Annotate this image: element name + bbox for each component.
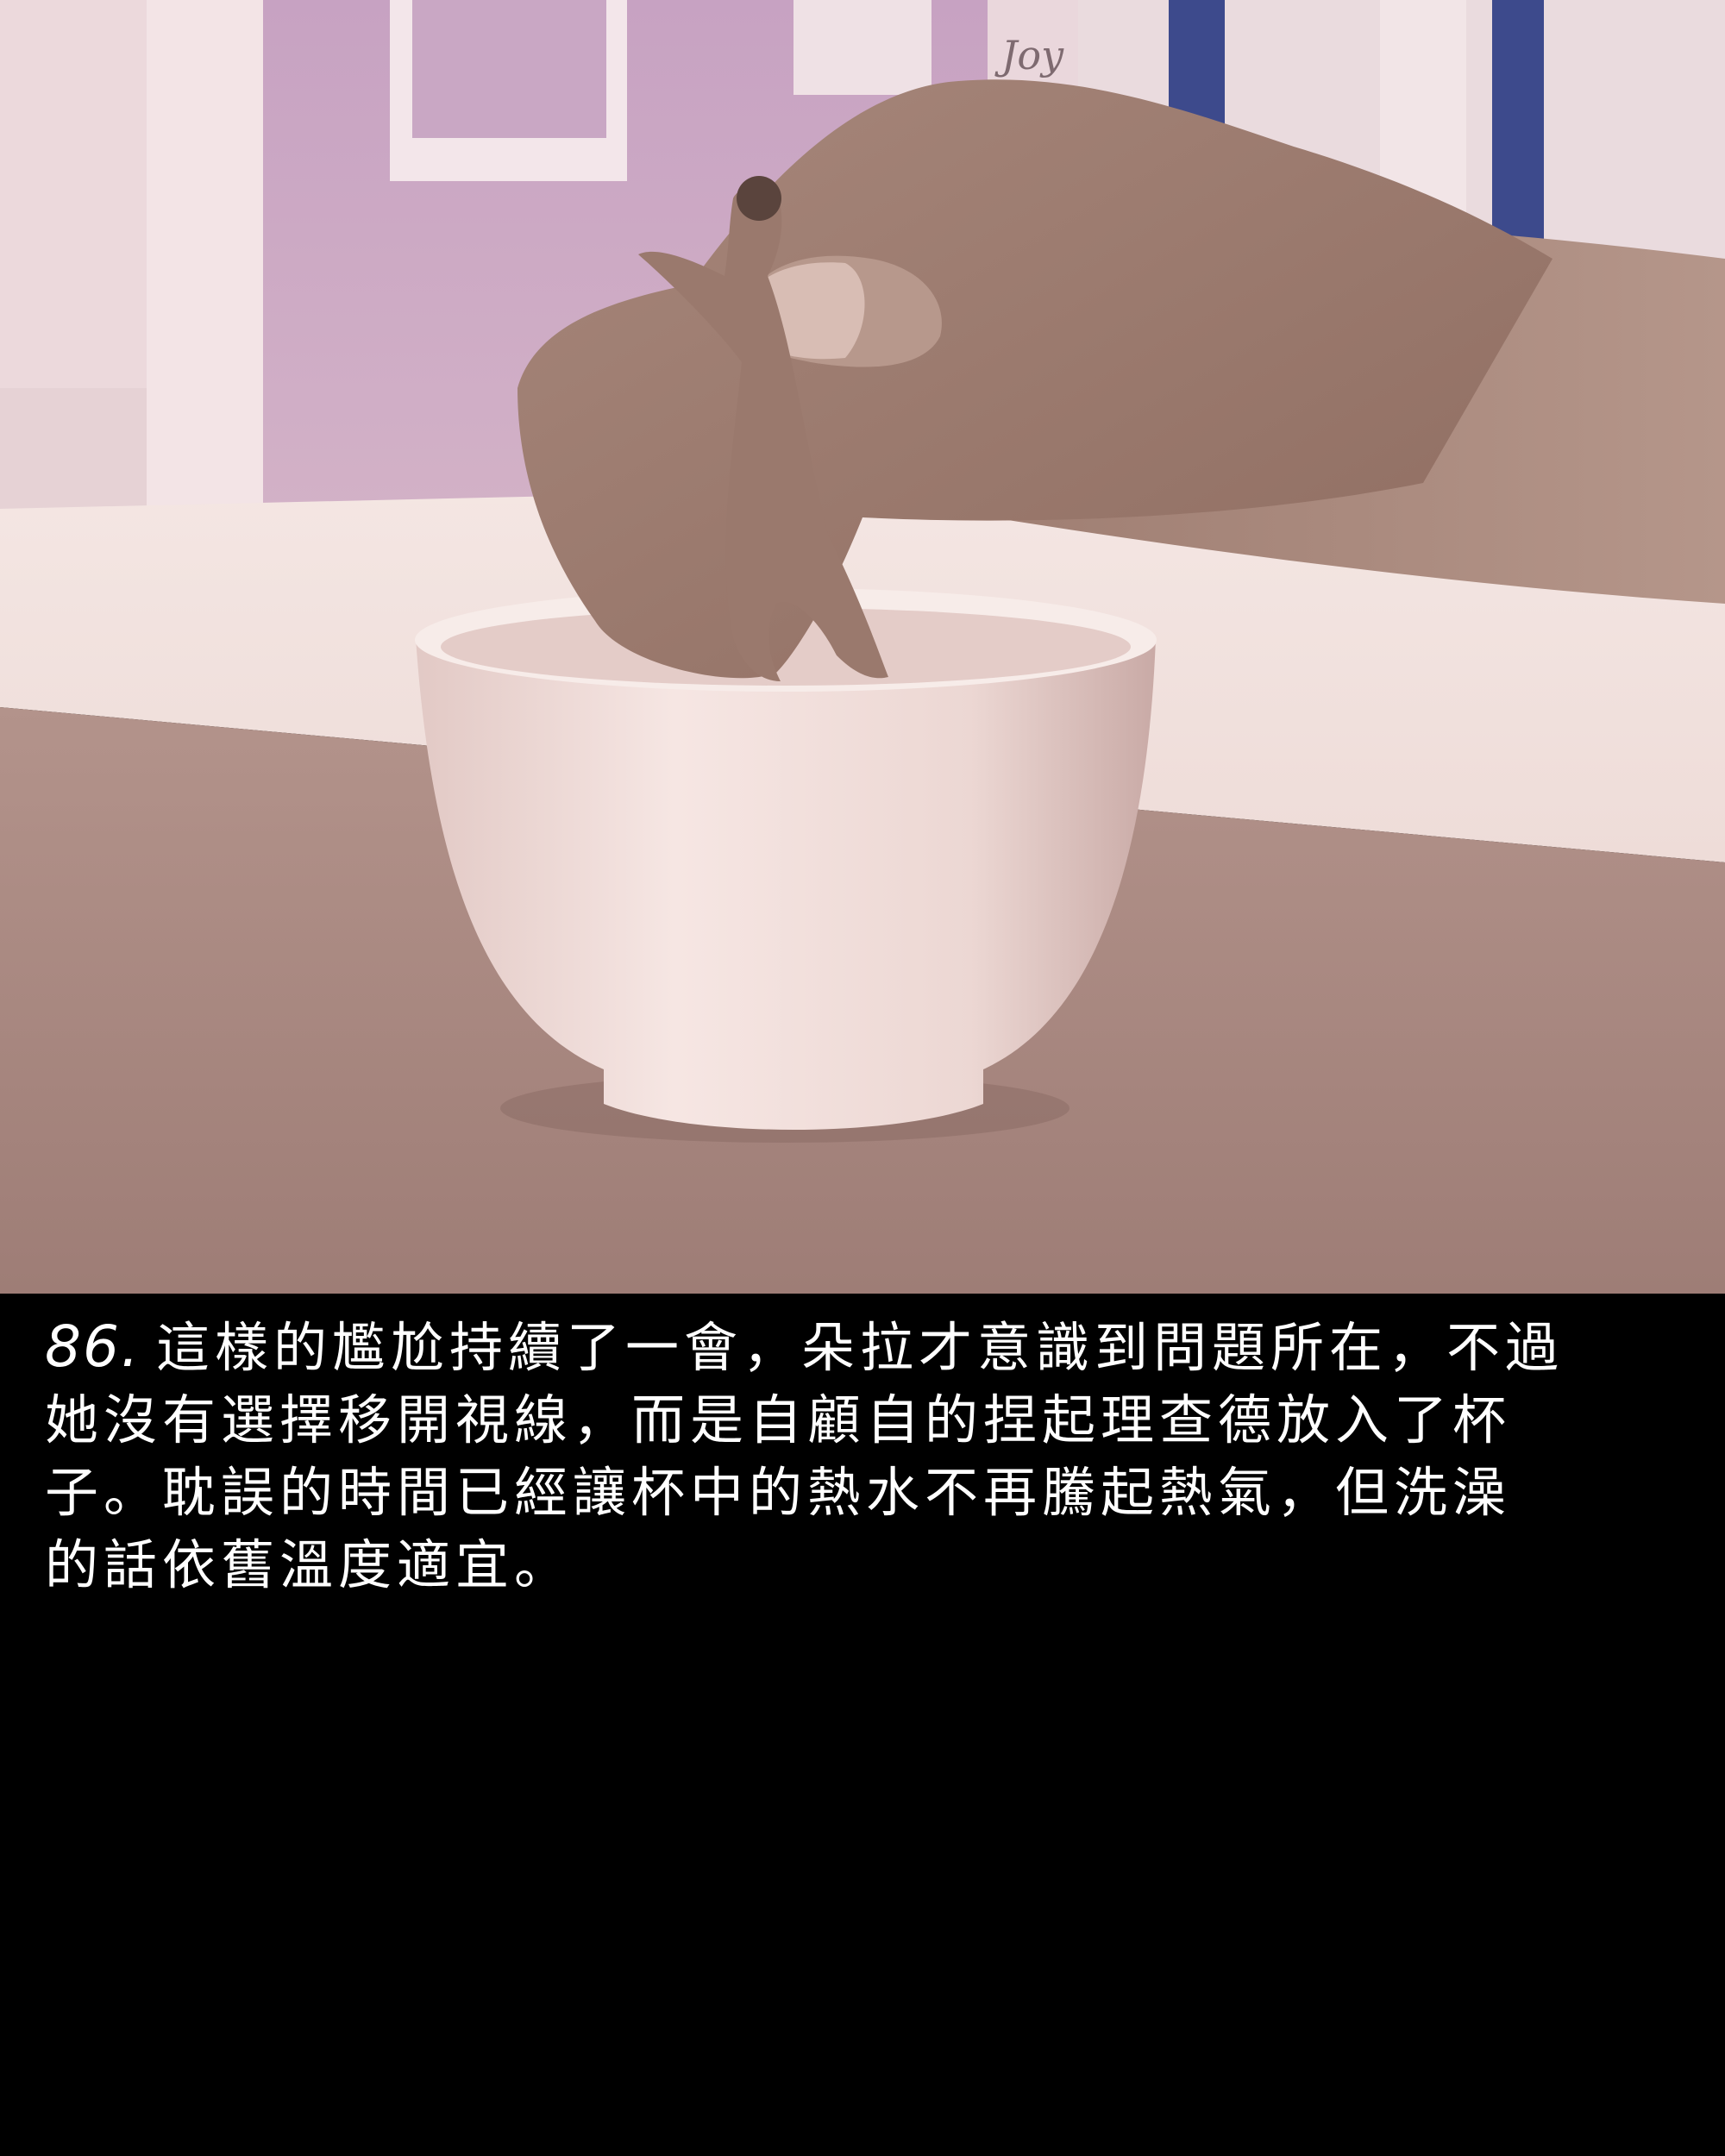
caption-line-1: 86. 這樣的尷尬持續了一會，朵拉才意識到問題所在，不過 — [45, 1311, 1701, 1384]
caption-line-1-text: 這樣的尷尬持續了一會，朵拉才意識到問題所在，不過 — [155, 1316, 1564, 1379]
joy-sign-text: Joy — [994, 32, 1064, 78]
caption-line-2: 她沒有選擇移開視線，而是自顧自的捏起理查德放入了杯 — [45, 1388, 1512, 1451]
comic-panel-illustration: Joy — [0, 0, 1725, 1294]
caption-line-4: 的話依舊溫度適宜。 — [45, 1533, 574, 1596]
panel-number: 86. — [45, 1313, 141, 1380]
decorative-lattice — [794, 0, 932, 95]
caption-text: 86. 這樣的尷尬持續了一會，朵拉才意識到問題所在，不過 她沒有選擇移開視線，而是… — [45, 1311, 1701, 1601]
tiny-figure-head — [737, 176, 781, 221]
caption-line-3: 子。耽誤的時間已經讓杯中的熱水不再騰起熱氣，但洗澡 — [45, 1461, 1512, 1524]
